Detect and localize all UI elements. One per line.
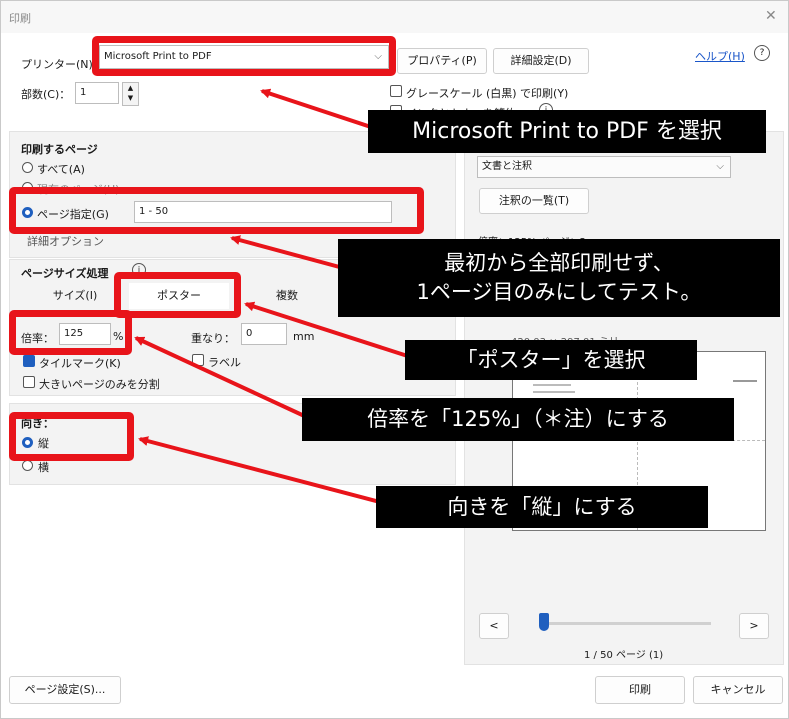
callout-select-printer: Microsoft Print to PDF を選択 — [368, 110, 766, 153]
arrow-orientation — [138, 436, 396, 508]
callout-scale: 倍率を「125%」（＊注）にする — [302, 398, 734, 441]
callout-orientation: 向きを「縦」にする — [376, 486, 708, 528]
callout-select-poster: 「ポスター」を選択 — [405, 340, 697, 380]
callout-page-range: 最初から全部印刷せず、 1ページ目のみにしてテスト。 — [338, 239, 780, 317]
arrow-printer — [260, 88, 381, 132]
callout-range-line2: 1ページ目のみにしてテスト。 — [416, 280, 702, 304]
arrow-scale — [134, 336, 314, 422]
callout-range-line1: 最初から全部印刷せず、 — [444, 251, 674, 275]
